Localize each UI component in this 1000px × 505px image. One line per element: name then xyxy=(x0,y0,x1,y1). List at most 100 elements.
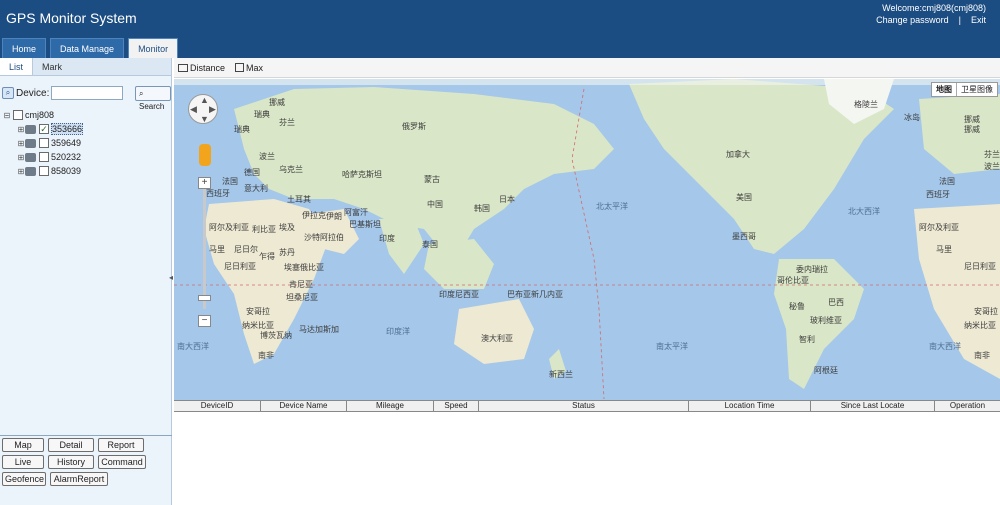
command-button[interactable]: Command xyxy=(98,455,146,469)
change-password-link[interactable]: Change password xyxy=(876,15,949,25)
map-label: 墨西哥 xyxy=(732,232,756,241)
map-label: 日本 xyxy=(499,195,515,204)
sea-label: 南大西洋 xyxy=(177,342,209,351)
street-view-icon[interactable] xyxy=(199,144,211,166)
vehicle-icon xyxy=(25,138,36,148)
column-operation[interactable]: Operation xyxy=(935,401,1000,411)
pan-up-icon[interactable]: ▲ xyxy=(200,95,209,105)
device-search-input[interactable] xyxy=(51,86,124,100)
device-search-row: ⌕ Device: xyxy=(2,86,124,100)
map-button[interactable]: Map xyxy=(2,438,44,452)
land-antarctic-ice-top xyxy=(174,79,1000,85)
map-label: 阿尔及利亚 xyxy=(919,223,959,232)
tab-home[interactable]: Home xyxy=(2,38,47,58)
max-tool[interactable]: Max xyxy=(235,63,263,73)
root-checkbox[interactable] xyxy=(13,110,23,120)
app-title: GPS Monitor System xyxy=(6,10,137,26)
map-label: 马达加斯加 xyxy=(299,325,339,334)
expand-icon[interactable]: ⊞ xyxy=(17,153,25,162)
map-type-satellite[interactable]: 卫星图像 xyxy=(957,83,997,96)
header-separator: | xyxy=(958,15,961,25)
device-label-359649[interactable]: 359649 xyxy=(51,138,81,148)
column-status[interactable]: Status xyxy=(479,401,689,411)
tree-node-353666[interactable]: ⊞ ✓ 353666 xyxy=(17,122,84,136)
device-label-858039[interactable]: 858039 xyxy=(51,166,81,176)
tab-mark[interactable]: Mark xyxy=(33,58,71,75)
table-header: DeviceID Device Name Mileage Speed Statu… xyxy=(174,401,1000,412)
map-type-map[interactable]: 地图 xyxy=(932,83,957,96)
map-label: 哈萨克斯坦 xyxy=(342,170,382,179)
map-label: 蒙古 xyxy=(424,175,440,184)
live-button[interactable]: Live xyxy=(2,455,44,469)
tree-node-520232[interactable]: ⊞ 520232 xyxy=(17,150,83,164)
device-checkbox[interactable] xyxy=(39,166,49,176)
distance-tool[interactable]: Distance xyxy=(178,63,225,73)
map-label: 马里 xyxy=(936,245,952,254)
history-button[interactable]: History xyxy=(48,455,94,469)
map-label: 波兰 xyxy=(259,152,275,161)
zoom-slider-track[interactable] xyxy=(203,189,206,309)
tree-node-858039[interactable]: ⊞ 858039 xyxy=(17,164,83,178)
map-label: 韩国 xyxy=(474,204,490,213)
map-view[interactable]: 地图 卫星图像 ▲ ▼ ◀ ▶ + − 挪威 瑞典 芬兰 俄罗斯 冰岛 格陵兰 … xyxy=(174,79,1000,400)
column-mileage[interactable]: Mileage xyxy=(347,401,434,411)
zoom-slider-thumb[interactable] xyxy=(198,295,211,301)
exit-link[interactable]: Exit xyxy=(971,15,986,25)
sea-label: 南太平洋 xyxy=(656,342,688,351)
report-button[interactable]: Report xyxy=(98,438,144,452)
column-location-time[interactable]: Location Time xyxy=(689,401,811,411)
map-label: 巴基斯坦 xyxy=(349,220,381,229)
map-label: 意大利 xyxy=(244,184,268,193)
map-label: 沙特阿拉伯 xyxy=(304,233,344,242)
device-checkbox[interactable]: ✓ xyxy=(39,124,49,134)
panel-collapse-icon[interactable]: ◂ xyxy=(169,273,173,282)
pan-right-icon[interactable]: ▶ xyxy=(209,104,216,115)
expand-icon[interactable]: ⊞ xyxy=(17,167,25,176)
collapse-icon[interactable]: ⊟ xyxy=(3,111,11,120)
column-device-id[interactable]: DeviceID xyxy=(174,401,261,411)
tab-list[interactable]: List xyxy=(0,58,34,75)
map-label: 冰岛 xyxy=(904,113,920,122)
expand-icon[interactable]: ⊞ xyxy=(17,125,25,134)
map-label: 瑞典 xyxy=(234,125,250,134)
map-label: 玻利维亚 xyxy=(810,316,842,325)
tab-monitor[interactable]: Monitor xyxy=(128,38,179,58)
column-device-name[interactable]: Device Name xyxy=(261,401,347,411)
pan-down-icon[interactable]: ▼ xyxy=(200,114,209,124)
tree-node-359649[interactable]: ⊞ 359649 xyxy=(17,136,83,150)
column-since-last-locate[interactable]: Since Last Locate xyxy=(811,401,935,411)
pan-left-icon[interactable]: ◀ xyxy=(190,104,197,115)
map-label: 西班牙 xyxy=(206,189,230,198)
search-button[interactable]: ⌕ Search xyxy=(135,86,171,111)
column-speed[interactable]: Speed xyxy=(434,401,479,411)
action-buttons: Map Detail Report Live History Command G… xyxy=(0,435,172,489)
map-label: 芬兰 xyxy=(279,118,295,127)
alarm-report-button[interactable]: AlarmReport xyxy=(50,472,108,486)
map-label: 南非 xyxy=(258,351,274,360)
map-label: 南非 xyxy=(974,351,990,360)
expand-icon[interactable]: ⊞ xyxy=(17,139,25,148)
device-label-353666[interactable]: 353666 xyxy=(51,123,84,135)
map-label: 马里 xyxy=(209,245,225,254)
maximize-icon xyxy=(235,63,245,72)
map-label: 挪威 xyxy=(964,125,980,134)
map-label: 尼日利亚 xyxy=(964,262,996,271)
map-label: 埃及 xyxy=(279,223,295,232)
map-label: 挪威 xyxy=(269,98,285,107)
map-label: 澳大利亚 xyxy=(481,334,513,343)
map-label: 印度 xyxy=(379,234,395,243)
tree-root[interactable]: ⊟ cmj808 xyxy=(3,108,83,122)
map-label: 乌克兰 xyxy=(279,165,303,174)
zoom-out-button[interactable]: − xyxy=(198,315,211,327)
device-checkbox[interactable] xyxy=(39,138,49,148)
map-label: 俄罗斯 xyxy=(402,122,426,131)
sea-label: 印度洋 xyxy=(386,327,410,336)
map-label: 巴西 xyxy=(828,298,844,307)
pan-control[interactable]: ▲ ▼ ◀ ▶ xyxy=(188,94,218,124)
device-label-520232[interactable]: 520232 xyxy=(51,152,81,162)
tab-data-manage[interactable]: Data Manage xyxy=(50,38,125,58)
vehicle-icon xyxy=(25,152,36,162)
device-checkbox[interactable] xyxy=(39,152,49,162)
geofence-button[interactable]: Geofence xyxy=(2,472,46,486)
detail-button[interactable]: Detail xyxy=(48,438,94,452)
